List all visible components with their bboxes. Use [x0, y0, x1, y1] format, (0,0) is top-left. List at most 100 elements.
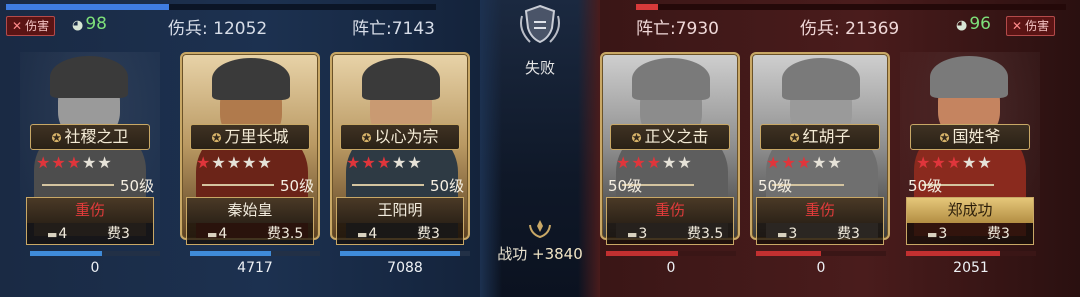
hero-status: 重伤	[606, 197, 734, 223]
star-empty-icon: ★	[392, 153, 408, 172]
hero-helmet	[362, 58, 440, 100]
right-hero-damage-value-1: 0	[666, 260, 676, 276]
star-empty-icon: ★	[242, 153, 258, 172]
left-hero-card-3[interactable]: ✪ 以心为宗 ★★★★★ 50级 王阳明 ▬4 费3	[330, 52, 470, 245]
hero-level: 50级	[430, 177, 465, 195]
hero-helmet	[50, 56, 128, 98]
star-filled-icon: ★	[361, 153, 377, 172]
left-hero-damage-bar-2	[190, 251, 320, 256]
crossed-swords-icon: ✕	[1012, 19, 1023, 33]
hero-status: 重伤	[26, 197, 154, 223]
hero-title-plate: ✪ 万里长城	[190, 124, 310, 150]
helmet-badge-icon: ✪	[51, 131, 62, 145]
hero-title: 红胡子	[802, 127, 851, 146]
damage-bar-fill	[606, 251, 678, 256]
tank-icon: ▬	[207, 228, 218, 241]
star-empty-icon: ★	[226, 153, 243, 172]
left-hero-card-1[interactable]: ✪ 社稷之卫 ★★★★★ 50级 重伤 ▬4 费3	[20, 52, 160, 245]
shield-laurel-icon	[520, 4, 560, 44]
hero-cost: 费3	[837, 226, 860, 242]
helmet-badge-icon: ✪	[939, 131, 950, 145]
hero-helmet	[632, 58, 710, 100]
hero-level: 50级	[120, 177, 155, 195]
right-hero-card-3[interactable]: ✪ 国姓爷 ★★★★★ 50级 郑成功 ▬3 费3	[900, 52, 1040, 245]
hero-title: 以心为宗	[374, 127, 439, 146]
damage-bar-fill	[906, 251, 1000, 256]
hero-stars: ★★★★★	[616, 153, 693, 172]
damage-bar-fill	[756, 251, 821, 256]
star-empty-icon: ★	[257, 153, 273, 172]
troop-count: ▬4	[47, 226, 68, 242]
star-empty-icon: ★	[407, 153, 423, 172]
right-damage-tag[interactable]: ✕ 伤害	[1006, 16, 1056, 36]
right-hero-damage-value-3: 2051	[953, 260, 989, 276]
hero-helmet	[930, 56, 1008, 98]
tank-icon: ▬	[927, 228, 938, 241]
hero-stars: ★★★★★	[36, 153, 113, 172]
level-progress-line	[202, 184, 274, 186]
star-empty-icon: ★	[662, 153, 678, 172]
right-hero-damage-bar-1	[606, 251, 736, 256]
level-progress-line	[42, 184, 114, 186]
left-team-topbar: ✕ 伤害 ◕ 98 伤兵: 12052 阵亡:7143	[0, 0, 480, 48]
helmet-badge-icon: ✪	[211, 131, 222, 145]
hero-cost: 费3	[107, 226, 130, 242]
helmet-badge-icon: ✪	[631, 131, 642, 145]
star-filled-icon: ★	[631, 153, 647, 172]
merit-readout: 战功 +3840	[482, 243, 598, 264]
left-damage-tag[interactable]: ✕ 伤害	[6, 16, 56, 36]
hero-status: 郑成功	[906, 197, 1034, 223]
hero-title-plate: ✪ 国姓爷	[910, 124, 1030, 150]
hero-status: 王阳明	[336, 197, 464, 223]
hero-stars: ★★★★★	[916, 153, 993, 172]
merit-laurel-icon	[529, 220, 551, 239]
right-morale: ◕ 96	[956, 14, 991, 34]
troop-count: ▬3	[927, 226, 948, 242]
star-filled-icon: ★	[796, 153, 813, 172]
troop-count: ▬3	[777, 226, 798, 242]
left-hero-damage-value-1: 0	[90, 260, 100, 276]
star-empty-icon: ★	[82, 153, 98, 172]
hero-title-plate: ✪ 以心为宗	[340, 124, 460, 150]
damage-bar-fill	[340, 251, 460, 256]
star-filled-icon: ★	[946, 153, 963, 172]
right-hero-card-1[interactable]: ✪ 正义之击 ★★★★★ 50级 重伤 ▬3 费3.5	[600, 52, 740, 245]
right-team-hp-fill	[636, 4, 658, 10]
star-filled-icon: ★	[931, 153, 947, 172]
star-empty-icon: ★	[97, 153, 113, 172]
hero-level: 50级	[758, 177, 793, 195]
battle-result: 失败	[524, 59, 555, 77]
left-hero-damage-bar-1	[30, 251, 160, 256]
hero-info-row: ▬3 费3	[756, 223, 884, 245]
troop-count: ▬4	[207, 226, 228, 242]
right-team-topbar: 阵亡:7930 伤兵: 21369 ◕ 96 ✕ 伤害	[600, 0, 1080, 48]
crossed-swords-icon: ✕	[12, 19, 23, 33]
hero-title: 万里长城	[224, 127, 289, 146]
hero-info-row: ▬4 费3.5	[186, 223, 314, 245]
left-hero-damage-bar-3	[340, 251, 470, 256]
hero-info-row: ▬4 费3	[336, 223, 464, 245]
left-hero-card-2[interactable]: ✪ 万里长城 ★★★★★ 50级 秦始皇 ▬4 费3.5	[180, 52, 320, 245]
star-filled-icon: ★	[51, 153, 67, 172]
right-hero-damage-value-2: 0	[816, 260, 826, 276]
hero-cost: 费3.5	[267, 226, 304, 242]
hero-stars: ★★★★★	[196, 153, 273, 172]
star-filled-icon: ★	[916, 153, 932, 172]
helmet-badge-icon: ✪	[789, 131, 800, 145]
right-team-hp-bar	[636, 4, 1066, 10]
hero-info-row: ▬3 费3.5	[606, 223, 734, 245]
tank-icon: ▬	[357, 228, 368, 241]
right-hero-damage-bar-3	[906, 251, 1036, 256]
damage-bar-fill	[190, 251, 271, 256]
tank-icon: ▬	[47, 228, 58, 241]
right-hero-card-2[interactable]: ✪ 红胡子 ★★★★★ 50级 重伤 ▬3 费3	[750, 52, 890, 245]
troop-count: ▬4	[357, 226, 378, 242]
hero-stars: ★★★★★	[346, 153, 423, 172]
hero-title: 社稷之卫	[64, 127, 129, 146]
flexed-arm-icon: ◕	[72, 18, 84, 33]
hero-title-plate: ✪ 红胡子	[760, 124, 880, 150]
hero-title-plate: ✪ 社稷之卫	[30, 124, 150, 150]
merit-value: +3840	[532, 245, 583, 263]
left-wounded: 伤兵: 12052	[168, 19, 268, 39]
hero-cost: 费3	[417, 226, 440, 242]
